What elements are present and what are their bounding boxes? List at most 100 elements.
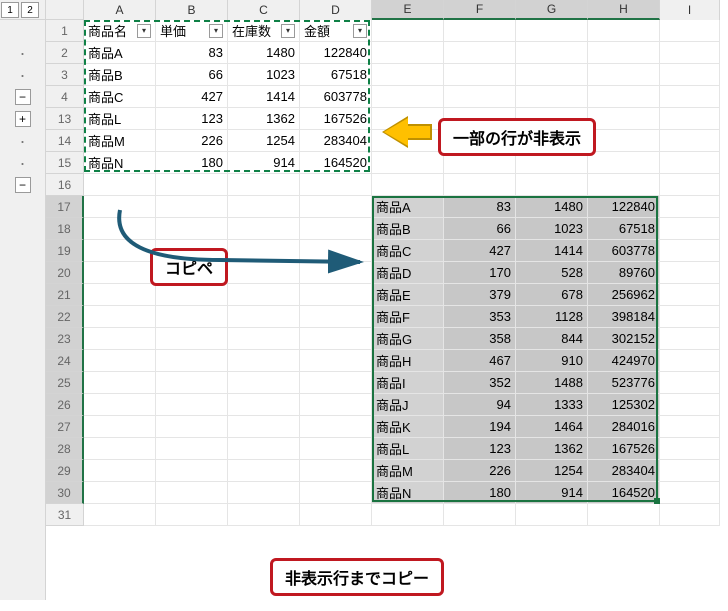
- cell-H19[interactable]: 603778: [588, 240, 660, 262]
- cell-G21[interactable]: 678: [516, 284, 588, 306]
- cell-B13[interactable]: 123: [156, 108, 228, 130]
- cell-D18[interactable]: [300, 218, 372, 240]
- outline-collapse-button[interactable]: −: [15, 89, 31, 105]
- cell-G3[interactable]: [516, 64, 588, 86]
- cell-A2[interactable]: 商品A: [84, 42, 156, 64]
- cell-H28[interactable]: 167526: [588, 438, 660, 460]
- outline-expand-button[interactable]: +: [15, 111, 31, 127]
- cell-F16[interactable]: [444, 174, 516, 196]
- row-header-13[interactable]: 13: [46, 108, 84, 130]
- cell-C4[interactable]: 1414: [228, 86, 300, 108]
- cell-E27[interactable]: 商品K: [372, 416, 444, 438]
- cell-D16[interactable]: [300, 174, 372, 196]
- cell-I14[interactable]: [660, 130, 720, 152]
- cell-I23[interactable]: [660, 328, 720, 350]
- cell-D17[interactable]: [300, 196, 372, 218]
- cell-F18[interactable]: 66: [444, 218, 516, 240]
- filter-dropdown-button[interactable]: ▾: [281, 24, 295, 38]
- cell-H3[interactable]: [588, 64, 660, 86]
- row-header-19[interactable]: 19: [46, 240, 84, 262]
- cell-F17[interactable]: 83: [444, 196, 516, 218]
- cell-A21[interactable]: [84, 284, 156, 306]
- cell-G19[interactable]: 1414: [516, 240, 588, 262]
- cell-I28[interactable]: [660, 438, 720, 460]
- cell-I25[interactable]: [660, 372, 720, 394]
- cell-F25[interactable]: 352: [444, 372, 516, 394]
- cell-I2[interactable]: [660, 42, 720, 64]
- cell-F1[interactable]: [444, 20, 516, 42]
- cell-C26[interactable]: [228, 394, 300, 416]
- table-header-B[interactable]: 単価▾: [156, 20, 228, 42]
- cell-A23[interactable]: [84, 328, 156, 350]
- cell-C30[interactable]: [228, 482, 300, 504]
- cell-H15[interactable]: [588, 152, 660, 174]
- cell-G30[interactable]: 914: [516, 482, 588, 504]
- row-header-31[interactable]: 31: [46, 504, 84, 526]
- col-header-E[interactable]: E: [372, 0, 444, 20]
- cell-E19[interactable]: 商品C: [372, 240, 444, 262]
- cell-D29[interactable]: [300, 460, 372, 482]
- cell-F20[interactable]: 170: [444, 262, 516, 284]
- cell-E2[interactable]: [372, 42, 444, 64]
- cell-F24[interactable]: 467: [444, 350, 516, 372]
- cell-C15[interactable]: 914: [228, 152, 300, 174]
- cell-I27[interactable]: [660, 416, 720, 438]
- cell-I16[interactable]: [660, 174, 720, 196]
- cell-I20[interactable]: [660, 262, 720, 284]
- cell-H31[interactable]: [588, 504, 660, 526]
- cell-I4[interactable]: [660, 86, 720, 108]
- cell-H26[interactable]: 125302: [588, 394, 660, 416]
- cell-E25[interactable]: 商品I: [372, 372, 444, 394]
- cell-D23[interactable]: [300, 328, 372, 350]
- cell-E26[interactable]: 商品J: [372, 394, 444, 416]
- cell-B29[interactable]: [156, 460, 228, 482]
- cell-B27[interactable]: [156, 416, 228, 438]
- cell-D26[interactable]: [300, 394, 372, 416]
- cell-C3[interactable]: 1023: [228, 64, 300, 86]
- cell-G24[interactable]: 910: [516, 350, 588, 372]
- cell-G23[interactable]: 844: [516, 328, 588, 350]
- cell-D30[interactable]: [300, 482, 372, 504]
- cell-I26[interactable]: [660, 394, 720, 416]
- cell-H22[interactable]: 398184: [588, 306, 660, 328]
- cell-G29[interactable]: 1254: [516, 460, 588, 482]
- cell-D31[interactable]: [300, 504, 372, 526]
- cell-H30[interactable]: 164520: [588, 482, 660, 504]
- row-header-26[interactable]: 26: [46, 394, 84, 416]
- cell-A26[interactable]: [84, 394, 156, 416]
- cell-F21[interactable]: 379: [444, 284, 516, 306]
- row-header-15[interactable]: 15: [46, 152, 84, 174]
- filter-dropdown-button[interactable]: ▾: [209, 24, 223, 38]
- row-header-23[interactable]: 23: [46, 328, 84, 350]
- cell-F22[interactable]: 353: [444, 306, 516, 328]
- cell-H13[interactable]: [588, 108, 660, 130]
- row-header-25[interactable]: 25: [46, 372, 84, 394]
- cell-H4[interactable]: [588, 86, 660, 108]
- row-header-28[interactable]: 28: [46, 438, 84, 460]
- cell-E20[interactable]: 商品D: [372, 262, 444, 284]
- cell-G16[interactable]: [516, 174, 588, 196]
- cell-D25[interactable]: [300, 372, 372, 394]
- cell-I13[interactable]: [660, 108, 720, 130]
- cell-G2[interactable]: [516, 42, 588, 64]
- cell-D24[interactable]: [300, 350, 372, 372]
- cell-F3[interactable]: [444, 64, 516, 86]
- cell-A16[interactable]: [84, 174, 156, 196]
- cell-I31[interactable]: [660, 504, 720, 526]
- col-header-I[interactable]: I: [660, 0, 720, 20]
- cell-C29[interactable]: [228, 460, 300, 482]
- cell-E16[interactable]: [372, 174, 444, 196]
- cell-A4[interactable]: 商品C: [84, 86, 156, 108]
- cell-H24[interactable]: 424970: [588, 350, 660, 372]
- cell-I29[interactable]: [660, 460, 720, 482]
- cell-F27[interactable]: 194: [444, 416, 516, 438]
- cell-D20[interactable]: [300, 262, 372, 284]
- row-header-22[interactable]: 22: [46, 306, 84, 328]
- row-header-27[interactable]: 27: [46, 416, 84, 438]
- cell-C19[interactable]: [228, 240, 300, 262]
- cell-E22[interactable]: 商品F: [372, 306, 444, 328]
- row-header-4[interactable]: 4: [46, 86, 84, 108]
- cell-F23[interactable]: 358: [444, 328, 516, 350]
- cell-B2[interactable]: 83: [156, 42, 228, 64]
- cell-C25[interactable]: [228, 372, 300, 394]
